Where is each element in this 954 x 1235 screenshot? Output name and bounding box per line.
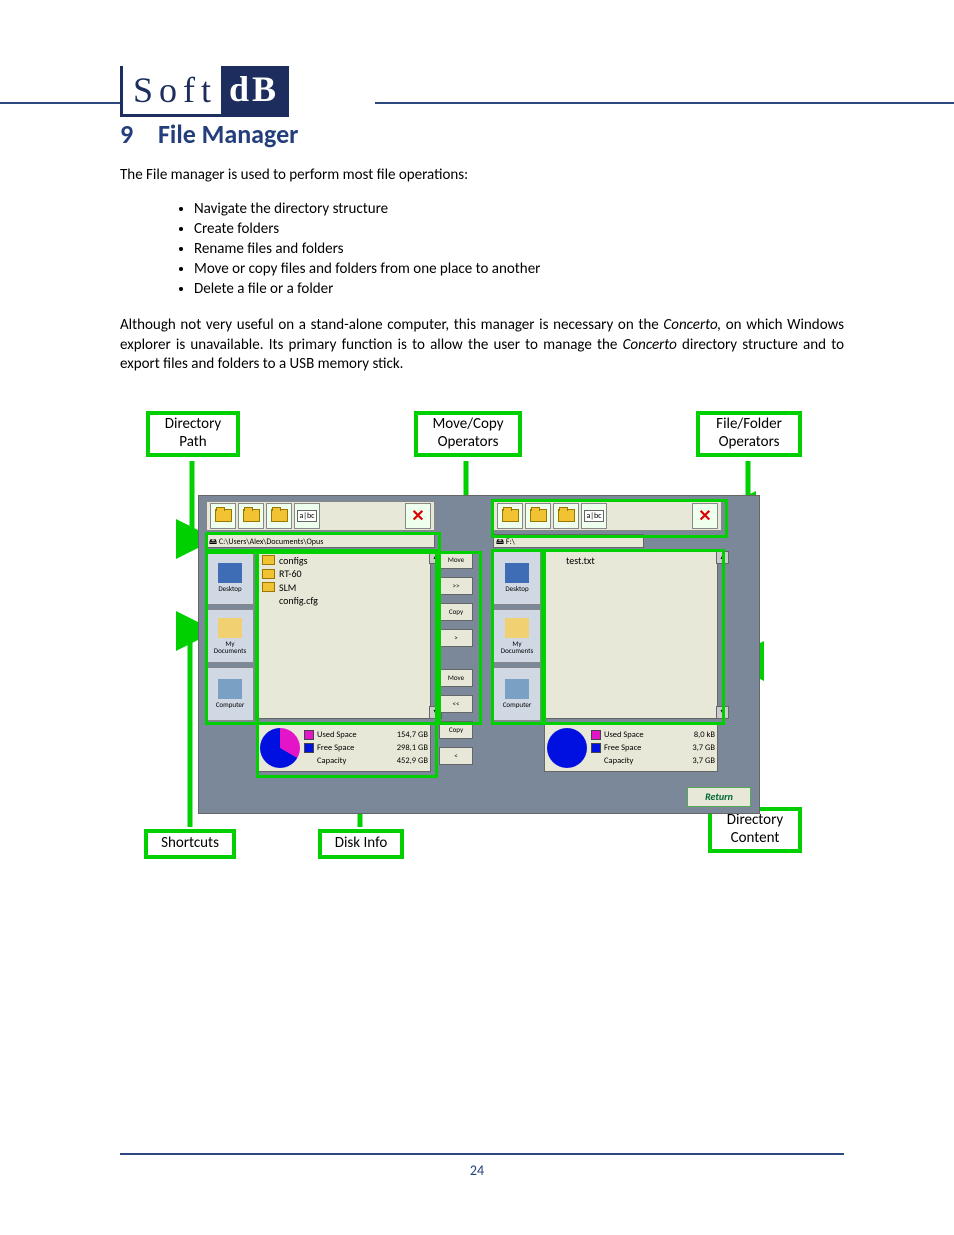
- delete-button-r[interactable]: ✕: [692, 503, 718, 529]
- up-folder-button[interactable]: [210, 503, 236, 529]
- folder-icon: [262, 582, 275, 592]
- rename-button[interactable]: a|bc: [294, 503, 320, 529]
- disk-info-left: Used Space154,7 GB Free Space298,1 GB Ca…: [257, 724, 431, 772]
- logo-db: dB: [221, 66, 289, 114]
- logo-soft: Soft: [123, 69, 221, 111]
- op-left-one[interactable]: <: [439, 747, 473, 765]
- open-folder-button-r[interactable]: [525, 503, 551, 529]
- shortcut-documents-r[interactable]: My Documents: [493, 609, 541, 663]
- disk-info-right: Used Space8,0 kB Free Space3,7 GB Capaci…: [544, 724, 718, 772]
- free-swatch-icon: [304, 743, 314, 753]
- up-folder-button-r[interactable]: [497, 503, 523, 529]
- free-swatch-icon: [591, 743, 601, 753]
- open-folder-button[interactable]: [238, 503, 264, 529]
- label-disk-info: Disk Info: [318, 829, 404, 859]
- label-shortcuts: Shortcuts: [144, 829, 236, 859]
- computer-icon: [218, 679, 242, 699]
- desktop-icon: [505, 563, 529, 583]
- op-right-one[interactable]: >: [439, 629, 473, 647]
- op-copy-right[interactable]: Copy: [439, 603, 473, 621]
- path-right[interactable]: 🖴 F:\: [493, 534, 644, 548]
- shortcut-desktop-r[interactable]: Desktop: [493, 551, 541, 605]
- drive-icon: 🖴: [209, 537, 219, 547]
- listing-left[interactable]: ▴ ▾ configs RT-60 SLM config.cfg: [257, 551, 431, 719]
- pie-chart-icon: [547, 728, 587, 768]
- rename-icon: a|bc: [584, 510, 603, 522]
- computer-icon: [505, 679, 529, 699]
- folder-open-icon: [243, 509, 260, 522]
- desktop-icon: [218, 563, 242, 583]
- list-item[interactable]: configs: [262, 554, 426, 568]
- op-move-right[interactable]: Move: [439, 551, 473, 569]
- scroll-up-button[interactable]: ▴: [716, 551, 729, 564]
- path-left[interactable]: 🖴 C:\Users\Alex\Documents\Opus: [206, 534, 435, 548]
- used-swatch-icon: [304, 730, 314, 740]
- used-swatch-icon: [591, 730, 601, 740]
- label-file-folder-ops: File/Folder Operators: [696, 411, 802, 457]
- listing-right[interactable]: ▴ ▾ test.txt: [544, 551, 718, 719]
- delete-icon: ✕: [698, 506, 711, 526]
- shortcut-desktop[interactable]: Desktop: [206, 551, 254, 605]
- drive-icon: 🖴: [496, 537, 506, 547]
- label-directory-path: Directory Path: [146, 411, 240, 457]
- toolbar-right: a|bc ✕: [493, 501, 722, 531]
- shortcuts-left: Desktop My Documents Computer: [206, 551, 252, 797]
- scroll-down-button[interactable]: ▾: [716, 706, 729, 719]
- pie-chart-icon: [260, 728, 300, 768]
- section-heading: 9File Manager: [120, 118, 844, 150]
- paragraph: Although not very useful on a stand-alon…: [120, 316, 844, 375]
- new-folder-button[interactable]: [266, 503, 292, 529]
- documents-icon: [505, 618, 529, 638]
- delete-icon: ✕: [411, 506, 424, 526]
- delete-button[interactable]: ✕: [405, 503, 431, 529]
- label-move-copy: Move/Copy Operators: [414, 411, 522, 457]
- folder-new-icon: [558, 509, 575, 522]
- op-right-all[interactable]: >>: [439, 577, 473, 595]
- list-item[interactable]: config.cfg: [262, 594, 426, 608]
- op-copy-left[interactable]: Copy: [439, 721, 473, 739]
- shortcut-computer-r[interactable]: Computer: [493, 667, 541, 721]
- shortcut-computer[interactable]: Computer: [206, 667, 254, 721]
- move-copy-ops: Move >> Copy > Move << Copy <: [439, 551, 475, 765]
- folder-new-icon: [271, 509, 288, 522]
- rename-button-r[interactable]: a|bc: [581, 503, 607, 529]
- page-number: 24: [0, 1162, 954, 1179]
- rename-icon: a|bc: [297, 510, 316, 522]
- list-item[interactable]: SLM: [262, 581, 426, 595]
- list-item[interactable]: RT-60: [262, 567, 426, 581]
- op-move-left[interactable]: Move: [439, 669, 473, 687]
- op-left-all[interactable]: <<: [439, 695, 473, 713]
- documents-icon: [218, 618, 242, 638]
- folder-icon: [262, 569, 275, 579]
- new-folder-button-r[interactable]: [553, 503, 579, 529]
- folder-up-icon: [502, 509, 519, 522]
- folder-icon: [262, 555, 275, 565]
- return-button[interactable]: Return: [687, 787, 751, 807]
- shortcut-documents[interactable]: My Documents: [206, 609, 254, 663]
- intro-text: The File manager is used to perform most…: [120, 166, 844, 184]
- folder-up-icon: [215, 509, 232, 522]
- folder-open-icon: [530, 509, 547, 522]
- bullet-list: Navigate the directory structure Create …: [194, 200, 844, 298]
- file-manager-window: a|bc ✕ a|bc ✕ 🖴 C:\Users\Alex\Documents\…: [198, 495, 760, 814]
- shortcuts-right: Desktop My Documents Computer: [493, 551, 539, 797]
- list-item[interactable]: test.txt: [549, 554, 713, 568]
- toolbar-left: a|bc ✕: [206, 501, 435, 531]
